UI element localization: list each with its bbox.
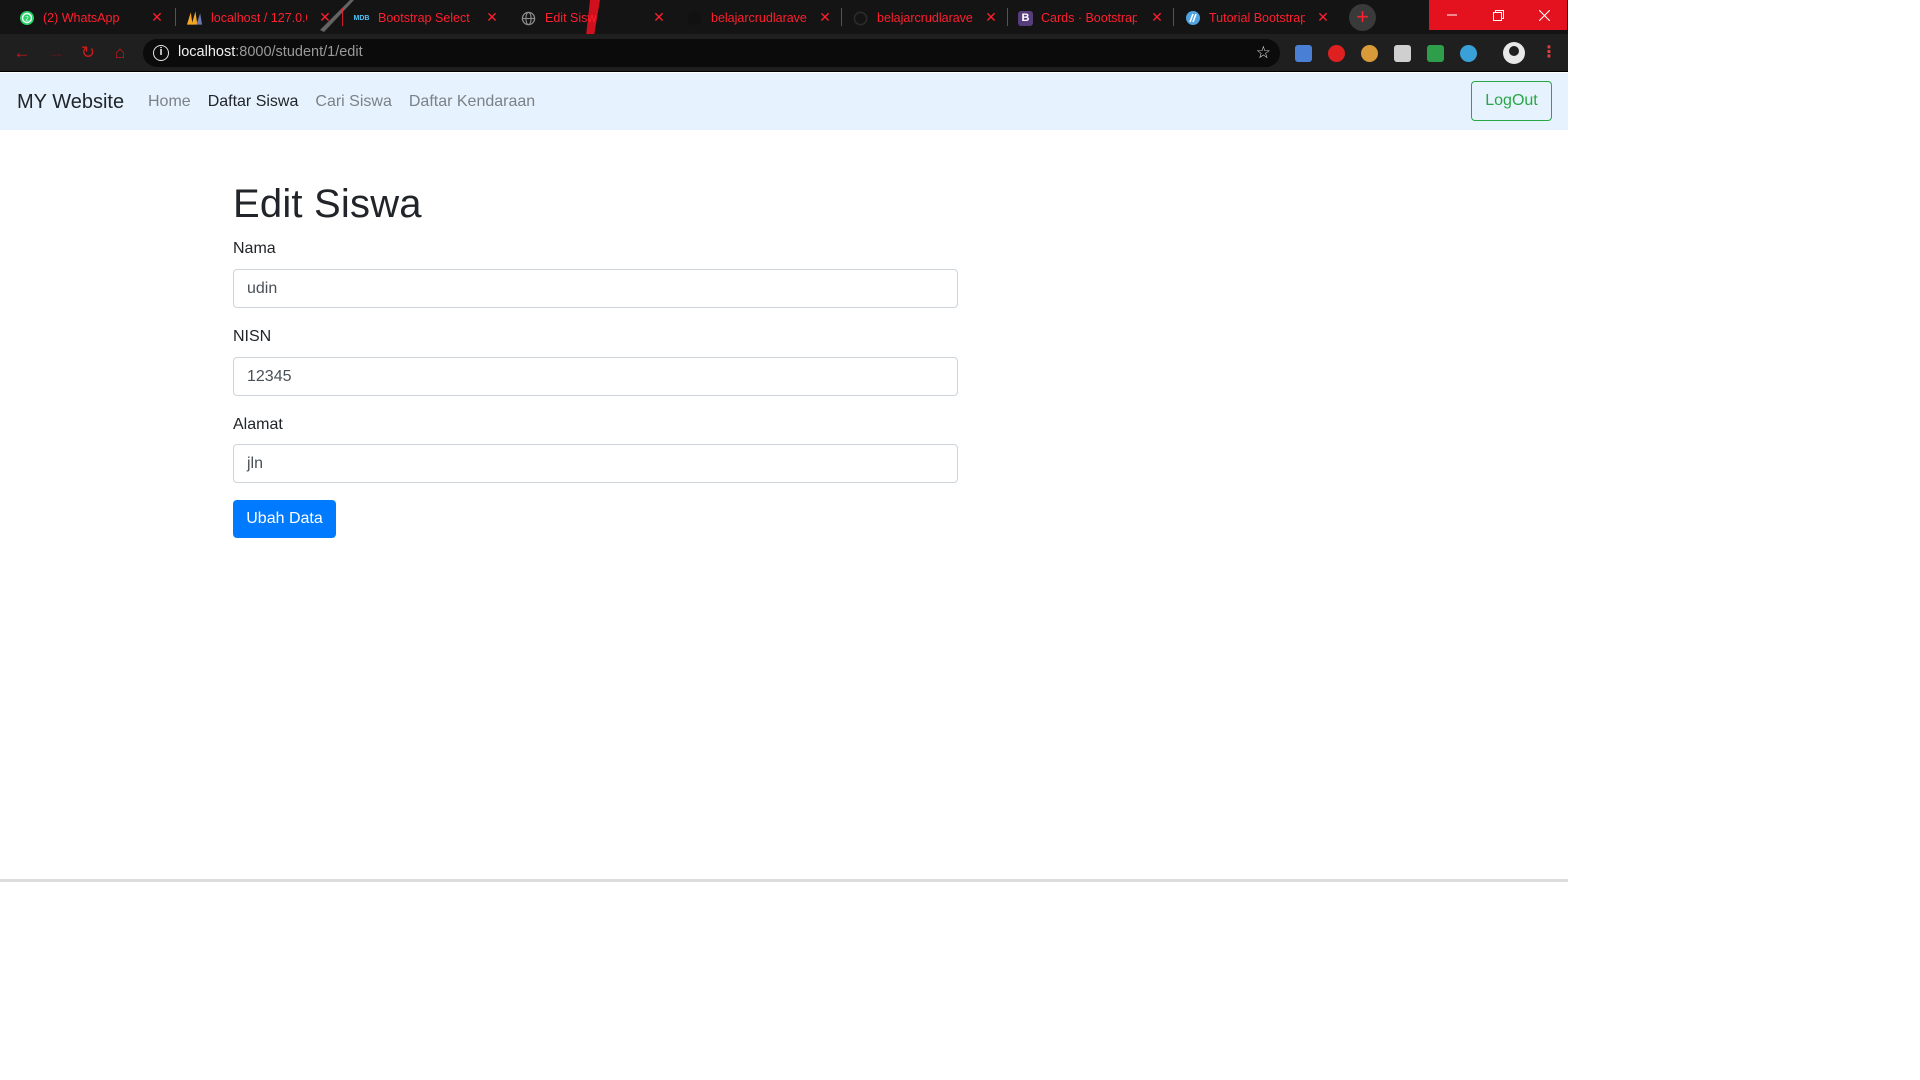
alamat-label: Alamat	[233, 416, 283, 433]
nav-link-daftar-kendaraan[interactable]: Daftar Kendaraan	[409, 93, 535, 111]
close-icon[interactable]: ✕	[983, 9, 999, 25]
new-tab-button[interactable]: +	[1349, 4, 1376, 31]
tab-github-2[interactable]: belajarcrudlaravel/ ✕	[834, 2, 1009, 34]
cookie-extension-icon[interactable]	[1361, 45, 1378, 62]
tab-phpmyadmin[interactable]: localhost / 127.0.0 ✕	[168, 2, 343, 34]
tab-title: Edit Siswa	[545, 11, 597, 25]
print-extension-icon[interactable]	[1394, 45, 1411, 62]
close-icon	[1538, 9, 1550, 21]
restore-button[interactable]	[1475, 0, 1521, 30]
site-navbar: MY Website Home Daftar Siswa Cari Siswa …	[0, 73, 1568, 130]
image-extension-icon[interactable]	[1427, 45, 1444, 62]
github-icon	[686, 10, 703, 27]
profile-avatar-icon[interactable]	[1503, 42, 1525, 64]
nav-link-home[interactable]: Home	[148, 93, 191, 111]
tab-mdb-bootstrap-select[interactable]: MDB Bootstrap Select - ✕	[335, 2, 510, 34]
w3-icon	[1184, 10, 1201, 27]
google-translate-extension-icon[interactable]	[1295, 45, 1312, 62]
forward-arrow-icon[interactable]: →	[46, 43, 66, 63]
nama-input[interactable]: udin	[233, 269, 958, 308]
bookmark-star-icon[interactable]: ☆	[1256, 43, 1271, 63]
nav-link-cari-siswa[interactable]: Cari Siswa	[315, 93, 391, 111]
restore-icon	[1492, 9, 1504, 21]
close-icon[interactable]: ✕	[1315, 9, 1331, 25]
nisn-input[interactable]: 12345	[233, 357, 958, 396]
github-icon	[852, 10, 869, 27]
tab-title: Cards · Bootstrap	[1041, 11, 1137, 25]
colorful-extension-icon[interactable]	[1460, 45, 1477, 62]
phpmyadmin-icon	[186, 10, 203, 27]
nav-links: Home Daftar Siswa Cari Siswa Daftar Kend…	[148, 93, 552, 111]
close-icon[interactable]: ✕	[149, 9, 165, 25]
minimize-icon	[1447, 14, 1457, 16]
adblock-extension-icon[interactable]	[1328, 45, 1345, 62]
tab-whatsapp[interactable]: 2 (2) WhatsApp ✕	[0, 2, 175, 34]
tab-edit-siswa[interactable]: Edit Siswa ✕	[502, 2, 677, 34]
ubah-data-button[interactable]: Ubah Data	[233, 500, 336, 538]
minimize-button[interactable]	[1429, 0, 1475, 30]
bootstrap-icon: B	[1018, 10, 1033, 26]
mdb-icon: MDB	[353, 14, 370, 22]
browser-menu-icon[interactable]: ⋮	[1541, 43, 1557, 63]
whatsapp-icon: 2	[18, 10, 35, 27]
close-icon[interactable]: ✕	[1149, 9, 1165, 25]
nav-link-daftar-siswa[interactable]: Daftar Siswa	[208, 93, 299, 111]
close-icon[interactable]: ✕	[484, 9, 500, 25]
home-icon[interactable]: ⌂	[110, 43, 130, 63]
tab-title: belajarcrudlaravel/	[877, 11, 973, 25]
reload-icon[interactable]: ↻	[78, 43, 98, 63]
tab-github-1[interactable]: belajarcrudlaravel/ ✕	[668, 2, 843, 34]
back-arrow-icon[interactable]: ←	[12, 43, 32, 63]
svg-text:2: 2	[25, 16, 29, 23]
tab-title: Bootstrap Select -	[378, 11, 474, 25]
browser-tab-strip: 2 (2) WhatsApp ✕ localhost / 127.0.0 ✕ M…	[0, 0, 1568, 34]
globe-icon	[520, 10, 537, 27]
nisn-label: NISN	[233, 328, 272, 345]
url-text: localhost:8000/student/1/edit	[178, 44, 363, 60]
browser-toolbar: ← → ↻ ⌂ i localhost:8000/student/1/edit …	[0, 34, 1568, 72]
url-host: localhost	[178, 44, 236, 60]
logout-button[interactable]: LogOut	[1471, 81, 1552, 121]
close-icon[interactable]: ✕	[317, 9, 333, 25]
close-icon[interactable]: ✕	[817, 9, 833, 25]
tab-title: belajarcrudlaravel/	[711, 11, 807, 25]
tab-tutorial-bootstrap[interactable]: Tutorial Bootstrap ✕	[1166, 2, 1341, 34]
url-path: :8000/student/1/edit	[235, 44, 363, 60]
page-title: Edit Siswa	[233, 182, 422, 226]
address-bar[interactable]: i localhost:8000/student/1/edit ☆	[143, 39, 1280, 67]
alamat-input[interactable]: jln	[233, 444, 958, 483]
tab-title: Tutorial Bootstrap	[1209, 11, 1305, 25]
info-icon[interactable]: i	[153, 45, 169, 61]
site-brand[interactable]: MY Website	[17, 91, 124, 114]
close-icon[interactable]: ✕	[651, 9, 667, 25]
window-close-button[interactable]	[1521, 0, 1567, 30]
tab-title: localhost / 127.0.0	[211, 11, 307, 25]
bottom-border	[0, 879, 1568, 882]
tab-bootstrap-cards[interactable]: B Cards · Bootstrap ✕	[1000, 2, 1175, 34]
nama-label: Nama	[233, 240, 276, 257]
tab-title: (2) WhatsApp	[43, 11, 120, 25]
